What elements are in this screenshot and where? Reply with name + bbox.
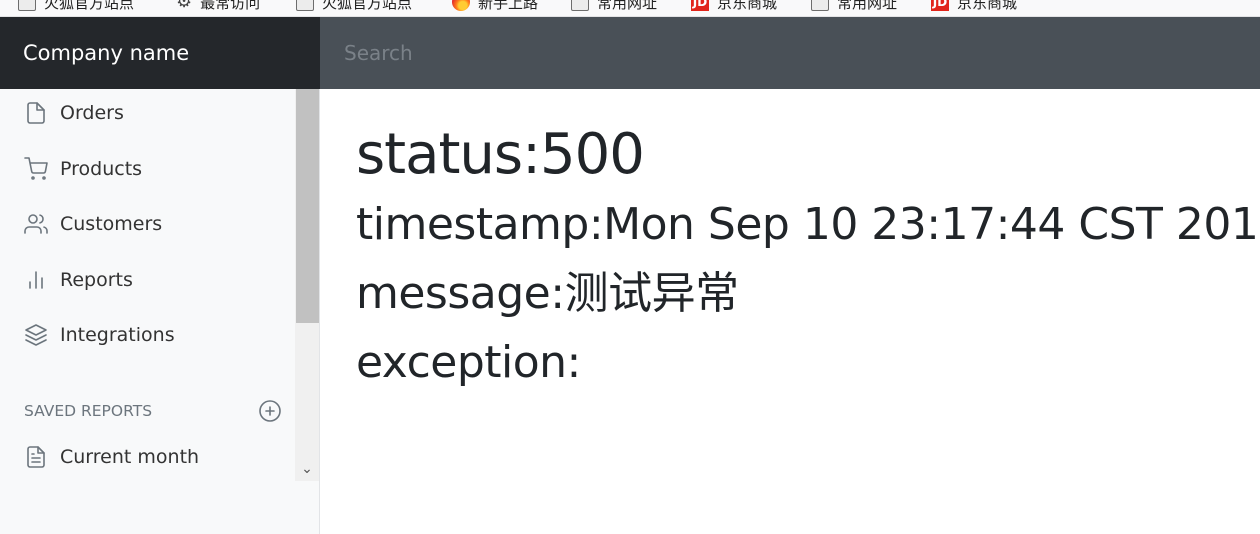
- bookmark-item[interactable]: 常用网址: [811, 0, 897, 13]
- sidebar-item-integrations[interactable]: Integrations: [0, 313, 295, 357]
- file-icon: [27, 102, 45, 124]
- sidebar-item-orders[interactable]: Orders: [0, 91, 295, 135]
- top-navbar: Company name: [0, 17, 1260, 89]
- folder-icon: [18, 0, 36, 11]
- file-text-icon: [27, 446, 45, 468]
- gear-icon: ⚙: [176, 0, 193, 12]
- sidebar-item-reports[interactable]: Reports: [0, 258, 295, 302]
- bookmark-item[interactable]: 常用网址: [571, 0, 657, 13]
- sidebar-scrollbar-thumb[interactable]: [296, 89, 319, 323]
- sidebar: Orders Products Customers Reports Integr…: [0, 89, 320, 534]
- sidebar-item-products[interactable]: Products: [0, 147, 295, 191]
- bookmark-label: 京东商城: [957, 0, 1018, 12]
- layers-icon: [25, 324, 47, 346]
- bookmark-item[interactable]: 新手上路: [452, 0, 538, 13]
- bookmark-item[interactable]: ⚙ 最常访问: [176, 0, 260, 13]
- plus-circle-icon[interactable]: [258, 399, 282, 423]
- folder-icon: [571, 0, 589, 11]
- bookmark-label: 火狐官方站点: [44, 0, 135, 12]
- bookmark-item[interactable]: JD 京东商城: [691, 0, 777, 13]
- shopping-cart-icon: [24, 157, 48, 180]
- brand-link[interactable]: Company name: [0, 17, 320, 89]
- error-status: status:500: [356, 122, 645, 187]
- sidebar-item-customers[interactable]: Customers: [0, 202, 295, 246]
- bookmark-label: 火狐官方站点: [322, 0, 413, 12]
- bookmark-item[interactable]: 火狐官方站点: [296, 0, 412, 13]
- sidebar-item-label: Orders: [60, 102, 124, 124]
- bookmark-item[interactable]: 火狐官方站点: [18, 0, 134, 13]
- firefox-icon: [452, 0, 470, 11]
- folder-icon: [296, 0, 314, 11]
- error-timestamp: timestamp:Mon Sep 10 23:17:44 CST 2018: [356, 199, 1260, 250]
- error-content: status:500 timestamp:Mon Sep 10 23:17:44…: [356, 120, 1260, 397]
- bookmark-item[interactable]: JD 京东商城: [931, 0, 1017, 13]
- bookmark-label: 常用网址: [837, 0, 898, 12]
- sidebar-item-label: Reports: [60, 269, 133, 291]
- sidebar-item-label: Customers: [60, 213, 163, 235]
- saved-reports-title: SAVED REPORTS: [24, 402, 153, 420]
- scroll-down-arrow-icon[interactable]: ⌄: [297, 459, 317, 479]
- bar-chart-icon: [29, 271, 43, 289]
- bookmark-label: 新手上路: [478, 0, 539, 12]
- error-exception: exception:: [356, 337, 581, 388]
- sidebar-item-label: Integrations: [60, 324, 175, 346]
- search-input[interactable]: [320, 17, 1260, 89]
- bookmarks-toolbar: 火狐官方站点 ⚙ 最常访问 火狐官方站点 新手上路 常用网址 JD 京东商城 常…: [0, 0, 1260, 17]
- sidebar-item-label: Products: [60, 158, 143, 180]
- jd-icon: JD: [931, 0, 949, 11]
- folder-icon: [811, 0, 829, 11]
- saved-reports-heading: SAVED REPORTS: [24, 399, 282, 423]
- error-message: message:测试异常: [356, 268, 739, 319]
- sidebar-item-label: Current month: [60, 446, 200, 468]
- jd-icon: JD: [691, 0, 709, 11]
- saved-report-current-month[interactable]: Current month: [0, 435, 295, 479]
- bookmark-label: 常用网址: [597, 0, 658, 12]
- bookmark-label: 最常访问: [200, 0, 261, 12]
- bookmark-label: 京东商城: [717, 0, 778, 12]
- users-icon: [24, 214, 48, 234]
